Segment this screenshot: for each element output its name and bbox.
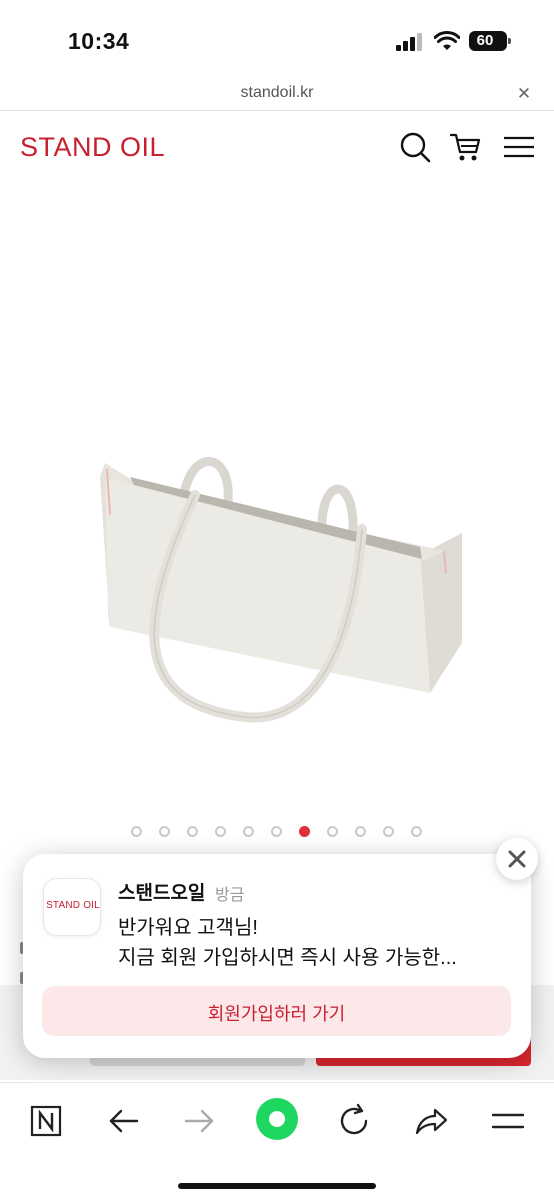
carousel-dot[interactable] xyxy=(131,826,142,837)
screen: 10:34 60 standoil.kr ✕ STAND OIL STAND O… xyxy=(0,0,554,1200)
cellular-signal-icon xyxy=(396,33,422,51)
signup-button[interactable]: 회원가입하러 가기 xyxy=(42,986,511,1036)
message-line-1: 반가워요 고객님! xyxy=(118,917,258,939)
tote-bag-image xyxy=(100,457,462,723)
sender-avatar: STAND OIL xyxy=(43,878,101,936)
sender-name: 스탠드오일 xyxy=(118,883,206,904)
carousel-dot[interactable] xyxy=(411,826,422,837)
status-time: 10:34 xyxy=(68,28,130,54)
home-indicator xyxy=(178,1183,376,1189)
carousel-dot[interactable] xyxy=(299,826,310,837)
naver-n-icon[interactable] xyxy=(26,1101,66,1141)
url-bar[interactable]: standoil.kr ✕ xyxy=(0,80,554,111)
carousel-dot[interactable] xyxy=(159,826,170,837)
search-icon[interactable] xyxy=(398,130,432,164)
message-time: 방금 xyxy=(215,887,245,904)
forward-arrow-icon[interactable] xyxy=(180,1101,220,1141)
carousel-dot[interactable] xyxy=(243,826,254,837)
signup-button-label: 회원가입하러 가기 xyxy=(207,1004,346,1024)
cart-icon[interactable] xyxy=(448,130,482,164)
battery-nub xyxy=(508,38,511,44)
close-icon xyxy=(508,850,526,868)
share-icon[interactable] xyxy=(411,1101,451,1141)
popup-close-button[interactable] xyxy=(496,838,538,880)
carousel-dot[interactable] xyxy=(355,826,366,837)
site-logo[interactable]: STAND OIL xyxy=(20,132,165,163)
menu-icon[interactable] xyxy=(488,1101,528,1141)
carousel-dot[interactable] xyxy=(327,826,338,837)
status-bar: 10:34 60 xyxy=(0,0,554,80)
carousel-dot[interactable] xyxy=(271,826,282,837)
message-line-2: 지금 회원 가입하시면 즉시 사용 가능한... xyxy=(118,947,457,969)
signup-popup: STAND OIL 스탠드오일 방금 반가워요 고객님! 지금 회원 가입하시면… xyxy=(23,854,531,1058)
wifi-icon xyxy=(434,31,460,50)
browser-toolbar xyxy=(0,1082,554,1200)
close-icon[interactable]: ✕ xyxy=(514,84,534,104)
battery-level: 60 xyxy=(476,32,494,49)
battery-icon: 60 xyxy=(469,31,511,51)
url-text[interactable]: standoil.kr xyxy=(0,84,554,102)
refresh-icon[interactable] xyxy=(334,1101,374,1141)
back-arrow-icon[interactable] xyxy=(103,1101,143,1141)
carousel-dot[interactable] xyxy=(383,826,394,837)
avatar-logo-text: STAND OIL xyxy=(46,900,100,911)
menu-icon[interactable] xyxy=(502,130,536,164)
carousel-dots xyxy=(0,826,554,838)
carousel-dot[interactable] xyxy=(187,826,198,837)
carousel-dot[interactable] xyxy=(215,826,226,837)
product-image-area[interactable] xyxy=(0,185,554,815)
site-header: STAND OIL xyxy=(0,112,554,184)
green-home-icon[interactable] xyxy=(255,1097,299,1141)
